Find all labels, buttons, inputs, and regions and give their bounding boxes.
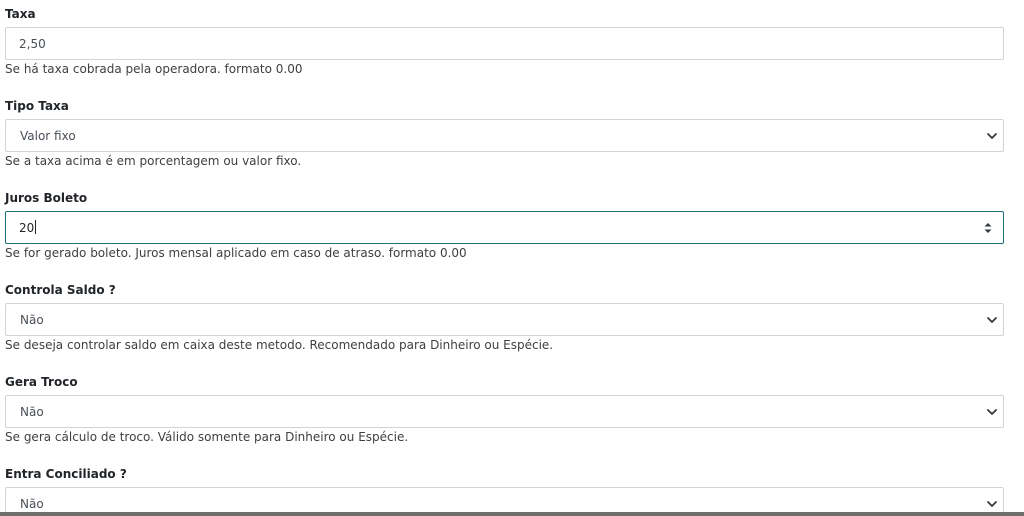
gera-troco-selected-value: Não — [20, 405, 44, 419]
gera-troco-help-text: Se gera cálculo de troco. Válido somente… — [5, 430, 409, 444]
gera-troco-select[interactable]: Não — [5, 395, 1004, 428]
juros-boleto-label: Juros Boleto — [5, 191, 88, 205]
controla-saldo-help-text: Se deseja controlar saldo em caixa deste… — [5, 338, 554, 352]
chevron-down-icon — [987, 501, 997, 507]
taxa-input-value: 2,50 — [19, 37, 46, 51]
juros-boleto-input-value: 20 — [19, 220, 37, 236]
juros-boleto-value-text: 20 — [19, 221, 35, 235]
form-page: Taxa 2,50 Se há taxa cobrada pela operad… — [0, 0, 1024, 516]
entra-conciliado-label: Entra Conciliado ? — [5, 467, 127, 481]
chevron-down-icon — [987, 317, 997, 323]
chevron-down-icon — [987, 409, 997, 415]
taxa-input[interactable]: 2,50 — [5, 27, 1004, 60]
controla-saldo-selected-value: Não — [20, 313, 44, 327]
tipo-taxa-selected-value: Valor fixo — [20, 129, 76, 143]
gera-troco-label: Gera Troco — [5, 375, 78, 389]
controla-saldo-select[interactable]: Não — [5, 303, 1004, 336]
chevron-down-icon — [987, 133, 997, 139]
text-caret — [35, 220, 37, 234]
taxa-help-text: Se há taxa cobrada pela operadora. forma… — [5, 62, 303, 76]
spinner-arrows-icon[interactable] — [983, 220, 993, 236]
juros-boleto-help-text: Se for gerado boleto. Juros mensal aplic… — [5, 246, 467, 260]
tipo-taxa-select[interactable]: Valor fixo — [5, 119, 1004, 152]
window-bottom-edge — [0, 512, 1024, 516]
juros-boleto-number-input[interactable]: 20 — [5, 211, 1004, 244]
taxa-label: Taxa — [5, 7, 36, 21]
entra-conciliado-selected-value: Não — [20, 497, 44, 511]
controla-saldo-label: Controla Saldo ? — [5, 283, 116, 297]
tipo-taxa-help-text: Se a taxa acima é em porcentagem ou valo… — [5, 154, 302, 168]
tipo-taxa-label: Tipo Taxa — [5, 99, 69, 113]
